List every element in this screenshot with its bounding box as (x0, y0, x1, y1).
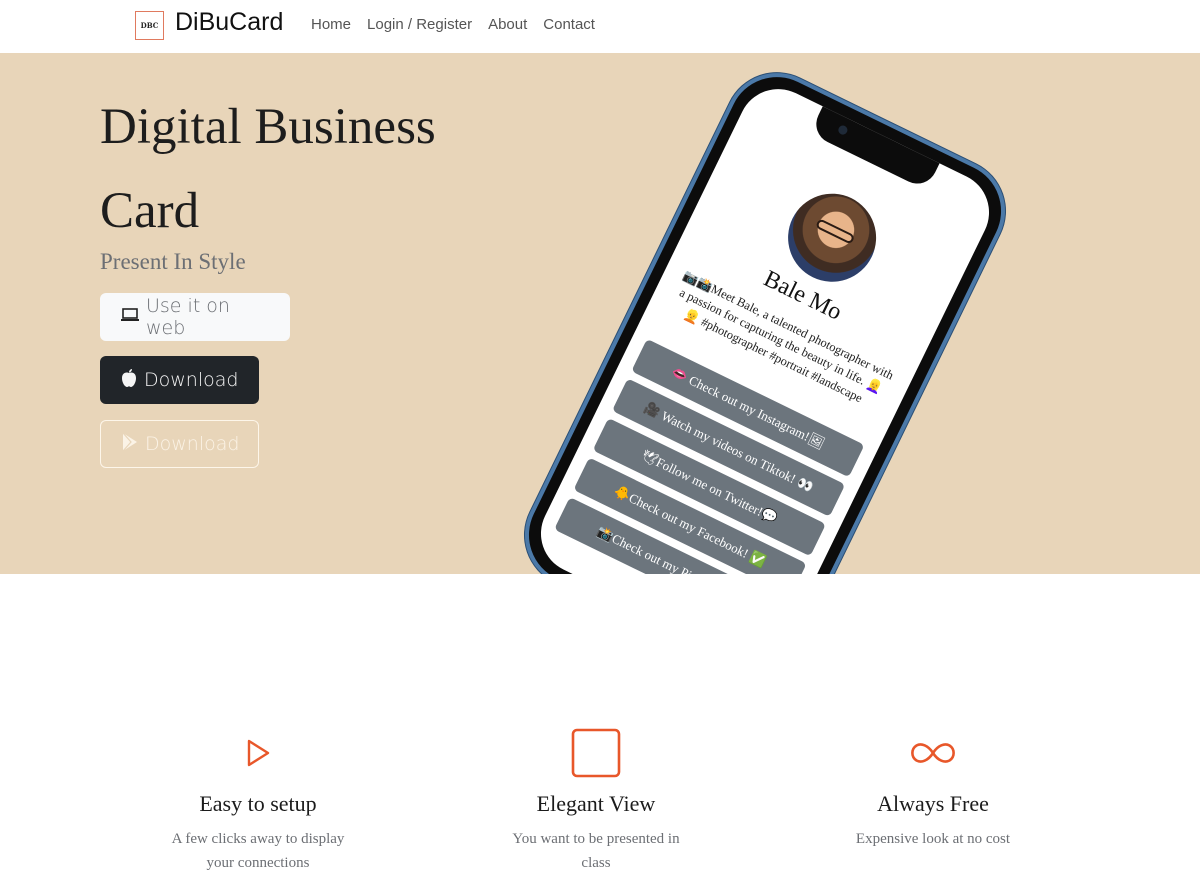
play-icon (108, 725, 408, 781)
google-play-download-button[interactable]: Download (100, 420, 259, 468)
phone-mockup: Bale Mo 📷📸Meet Bale, a talented photogra… (507, 53, 1023, 574)
feature-elegant-view: Elegant View You want to be presented in… (446, 725, 746, 875)
laptop-icon (120, 306, 140, 328)
feature-easy-setup: Easy to setup A few clicks away to displ… (108, 725, 408, 875)
avatar-glasses (814, 218, 856, 245)
infinity-icon (783, 725, 1083, 781)
navbar: DBC DiBuCard Home Login / Register About… (0, 0, 1200, 53)
phone-frame: Bale Mo 📷📸Meet Bale, a talented photogra… (507, 55, 1023, 574)
hero-title: Digital Business Card (100, 99, 436, 239)
hero-subtitle: Present In Style (100, 249, 246, 274)
app-store-download-button[interactable]: Download (100, 356, 259, 404)
app-store-download-label: Download (144, 369, 239, 391)
hero-section: Digital Business Card Present In Style U… (0, 53, 1200, 574)
google-play-icon (121, 432, 139, 457)
feature-title: Always Free (877, 791, 989, 816)
nav-login-register-link[interactable]: Login / Register (367, 16, 472, 33)
square-icon (446, 725, 746, 781)
phone-screen: Bale Mo 📷📸Meet Bale, a talented photogra… (527, 75, 1003, 574)
google-play-download-label: Download (145, 433, 240, 455)
nav-contact-link[interactable]: Contact (543, 16, 595, 33)
nav-links: Home Login / Register About Contact (311, 16, 595, 33)
apple-icon (120, 368, 138, 393)
feature-description: Expensive look at no cost (855, 831, 1011, 847)
nav-home-link[interactable]: Home (311, 16, 351, 33)
feature-description: A few clicks away to display your connec… (171, 831, 345, 871)
phone-notch (809, 104, 941, 191)
use-on-web-button[interactable]: Use it on web (100, 293, 290, 341)
feature-title: Easy to setup (199, 791, 317, 816)
feature-description: You want to be presented in class (512, 831, 680, 871)
nav-about-link[interactable]: About (488, 16, 527, 33)
use-on-web-label: Use it on web (146, 295, 230, 339)
camera-icon (836, 124, 849, 137)
logo[interactable]: DBC (135, 11, 164, 40)
feature-always-free: Always Free Expensive look at no cost (783, 725, 1083, 851)
brand-name[interactable]: DiBuCard (175, 8, 283, 37)
feature-title: Elegant View (536, 791, 656, 816)
